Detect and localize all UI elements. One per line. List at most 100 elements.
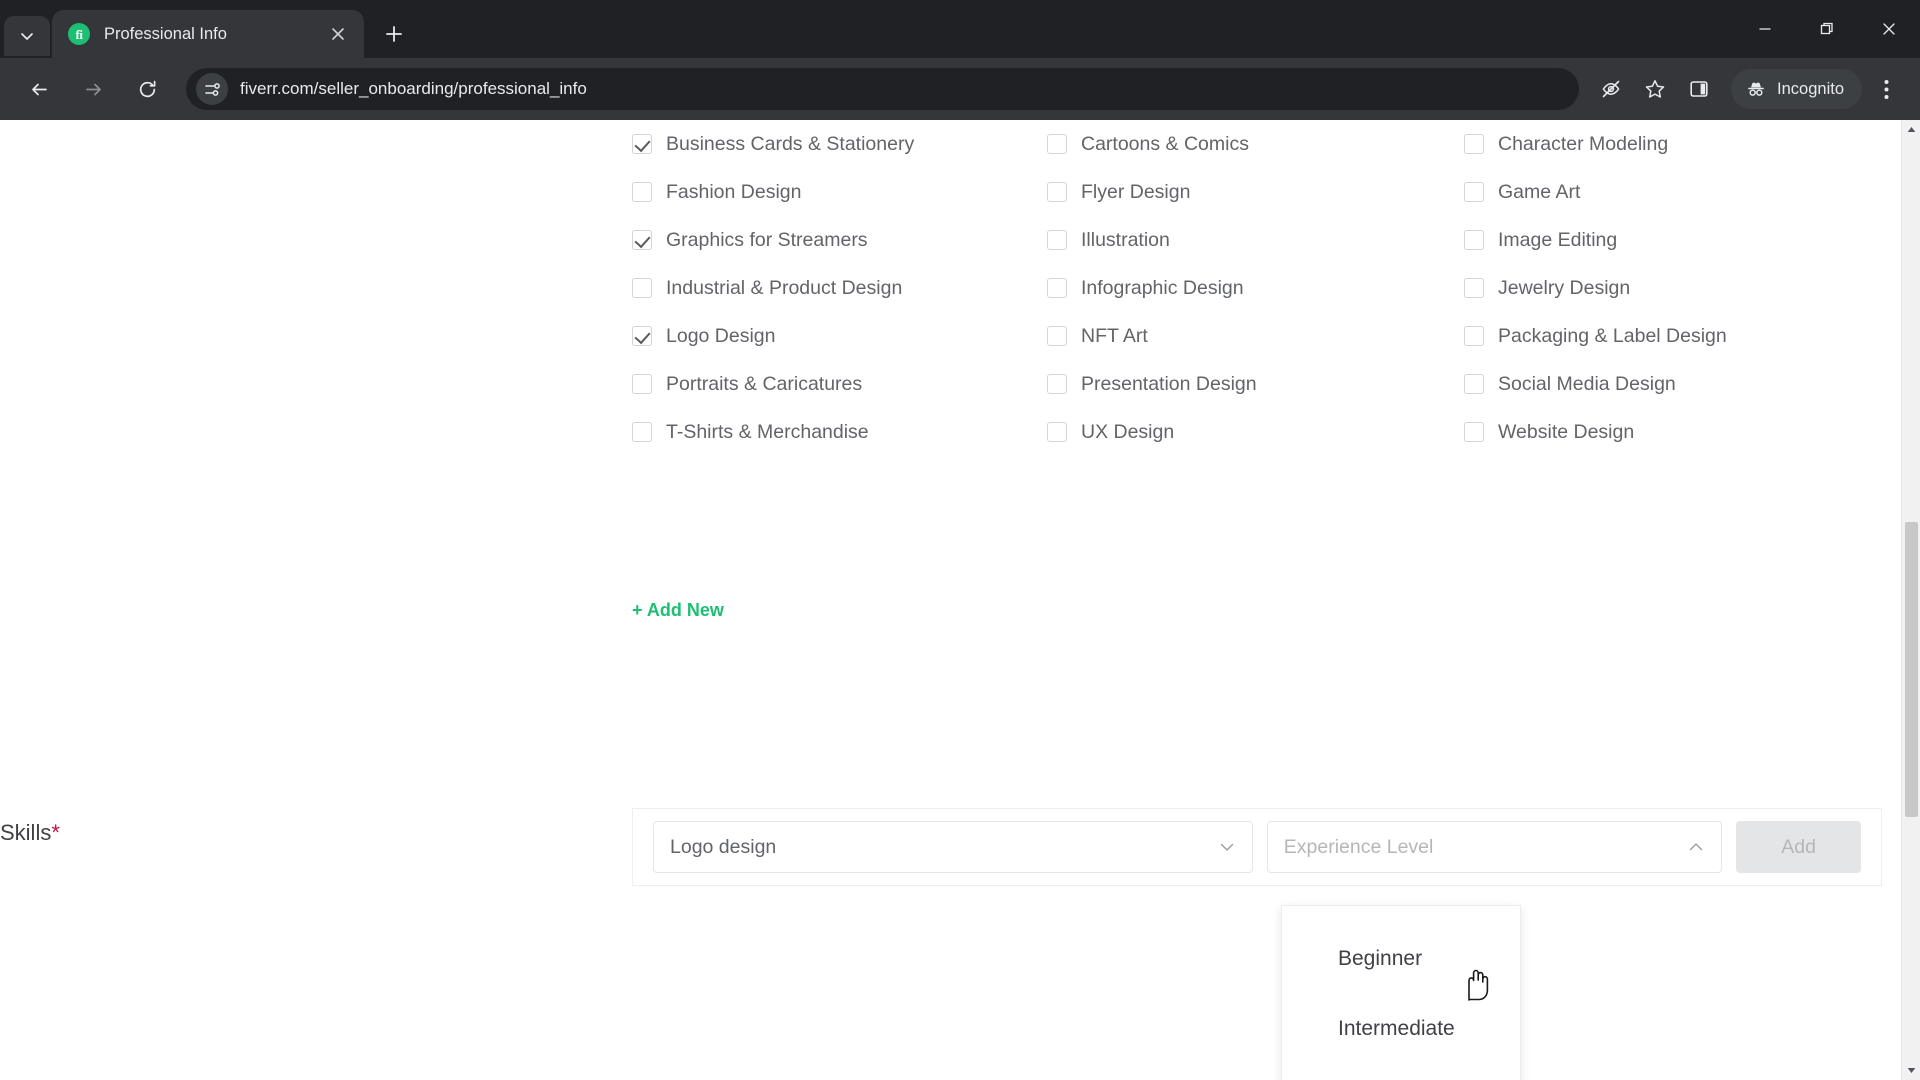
page-scrollbar[interactable] (1901, 120, 1920, 1080)
category-checkbox-item[interactable]: Cartoons & Comics (1047, 133, 1464, 156)
side-panel-button[interactable] (1679, 69, 1719, 109)
fiverr-professional-info-page: Business Cards & Stationery Cartoons & Co… (0, 120, 1901, 1080)
minimize-button[interactable] (1734, 0, 1796, 58)
favicon-letter: fi (75, 26, 83, 42)
category-checkbox-item[interactable]: Fashion Design (632, 181, 1047, 204)
checkbox-checked-icon[interactable] (632, 134, 652, 154)
skill-select[interactable]: Logo design (653, 821, 1253, 873)
mouse-cursor (1462, 966, 1492, 1009)
browser-menu-button[interactable] (1866, 69, 1906, 109)
tab-professional-info[interactable]: fi Professional Info (52, 10, 364, 58)
checkbox-unchecked-icon[interactable] (632, 182, 652, 202)
incognito-label: Incognito (1777, 79, 1844, 98)
close-window-button[interactable] (1858, 0, 1920, 58)
back-button[interactable] (19, 69, 59, 109)
category-checkbox-item[interactable]: Flyer Design (1047, 181, 1464, 204)
category-label: Game Art (1498, 180, 1581, 203)
checkbox-checked-icon[interactable] (632, 326, 652, 346)
checkbox-unchecked-icon[interactable] (1464, 182, 1484, 202)
checkbox-unchecked-icon[interactable] (1464, 278, 1484, 298)
checkbox-unchecked-icon[interactable] (632, 374, 652, 394)
checkbox-unchecked-icon[interactable] (1464, 326, 1484, 346)
window-controls (1734, 0, 1920, 58)
category-row: Logo Design NFT Art Packaging & Label Desi… (632, 312, 1872, 360)
category-label: Graphics for Streamers (666, 228, 868, 251)
experience-level-select[interactable]: Experience Level (1266, 821, 1723, 873)
category-checkbox-item[interactable]: Business Cards & Stationery (632, 133, 1047, 156)
url-text: fiverr.com/seller_onboarding/professiona… (240, 79, 587, 98)
checkbox-unchecked-icon[interactable] (1464, 230, 1484, 250)
category-checkbox-item[interactable]: Character Modeling (1464, 133, 1864, 156)
forward-arrow-icon (85, 83, 101, 95)
back-arrow-icon (31, 83, 47, 95)
star-icon (1645, 80, 1665, 98)
add-skill-button[interactable]: Add (1736, 821, 1861, 873)
skills-label-text: Skills (0, 820, 52, 845)
category-checkbox-item[interactable]: Logo Design (632, 325, 1047, 348)
bookmark-button[interactable] (1635, 69, 1675, 109)
scrollbar-thumb[interactable] (1905, 522, 1918, 817)
close-icon (1883, 23, 1895, 35)
checkbox-unchecked-icon[interactable] (632, 422, 652, 442)
address-bar[interactable]: fiverr.com/seller_onboarding/professiona… (186, 68, 1580, 110)
category-label: UX Design (1081, 420, 1175, 443)
incognito-indicator[interactable]: Incognito (1731, 69, 1862, 109)
checkbox-unchecked-icon[interactable] (1047, 182, 1067, 202)
checkbox-unchecked-icon[interactable] (1047, 374, 1067, 394)
checkbox-unchecked-icon[interactable] (1464, 374, 1484, 394)
category-checkbox-item[interactable]: Social Media Design (1464, 373, 1864, 396)
browser-window: fi Professional Info fiverr.com/seller_o… (0, 0, 1920, 1080)
checkbox-unchecked-icon[interactable] (1047, 422, 1067, 442)
minimize-icon (1759, 28, 1771, 30)
tab-search-button[interactable] (4, 16, 50, 56)
category-label: Fashion Design (666, 180, 802, 203)
category-label: Social Media Design (1498, 372, 1676, 395)
scroll-down-button[interactable] (1902, 1061, 1920, 1080)
browser-toolbar: fiverr.com/seller_onboarding/professiona… (0, 58, 1920, 120)
scroll-up-button[interactable] (1902, 120, 1920, 139)
category-checkbox-item[interactable]: Game Art (1464, 181, 1864, 204)
category-row: Portraits & Caricatures Presentation Desi… (632, 360, 1872, 408)
restore-icon (1820, 22, 1833, 35)
category-checkbox-item[interactable]: Illustration (1047, 229, 1464, 252)
checkbox-unchecked-icon[interactable] (1047, 230, 1067, 250)
checkbox-unchecked-icon[interactable] (632, 278, 652, 298)
category-checkbox-item[interactable]: NFT Art (1047, 325, 1464, 348)
checkbox-unchecked-icon[interactable] (1464, 422, 1484, 442)
category-checkbox-item[interactable]: Packaging & Label Design (1464, 325, 1864, 348)
experience-option[interactable]: Expert (1282, 1064, 1520, 1080)
checkbox-unchecked-icon[interactable] (1464, 134, 1484, 154)
category-checkbox-item[interactable]: Jewelry Design (1464, 277, 1864, 300)
category-checkbox-item[interactable]: T-Shirts & Merchandise (632, 421, 1047, 444)
close-icon (332, 28, 344, 40)
reload-icon (139, 80, 155, 97)
category-checkbox-item[interactable]: Website Design (1464, 421, 1864, 444)
maximize-button[interactable] (1796, 0, 1858, 58)
category-row: Business Cards & Stationery Cartoons & Co… (632, 120, 1872, 168)
checkbox-checked-icon[interactable] (632, 230, 652, 250)
incognito-hat-icon (1748, 82, 1764, 96)
checkbox-unchecked-icon[interactable] (1047, 278, 1067, 298)
category-checkbox-item[interactable]: Graphics for Streamers (632, 229, 1047, 252)
forward-button[interactable] (73, 69, 113, 109)
category-checkbox-item[interactable]: Industrial & Product Design (632, 277, 1047, 300)
tab-close-button[interactable] (324, 20, 352, 48)
category-label: Logo Design (666, 324, 776, 347)
fiverr-favicon-icon: fi (68, 23, 90, 45)
category-checkbox-grid: Business Cards & Stationery Cartoons & Co… (632, 120, 1872, 456)
category-checkbox-item[interactable]: Portraits & Caricatures (632, 373, 1047, 396)
category-checkbox-item[interactable]: UX Design (1047, 421, 1464, 444)
category-checkbox-item[interactable]: Presentation Design (1047, 373, 1464, 396)
reload-button[interactable] (127, 69, 167, 109)
tab-strip: fi Professional Info (0, 0, 1920, 58)
category-checkbox-item[interactable]: Infographic Design (1047, 277, 1464, 300)
add-new-category-link[interactable]: + Add New (632, 600, 724, 621)
checkbox-unchecked-icon[interactable] (1047, 326, 1067, 346)
site-settings-button[interactable] (196, 73, 228, 105)
checkbox-unchecked-icon[interactable] (1047, 134, 1067, 154)
category-label: Business Cards & Stationery (666, 132, 915, 155)
category-checkbox-item[interactable]: Image Editing (1464, 229, 1864, 252)
category-label: Presentation Design (1081, 372, 1257, 395)
tracking-protection-button[interactable] (1591, 69, 1631, 109)
new-tab-button[interactable] (374, 14, 414, 54)
